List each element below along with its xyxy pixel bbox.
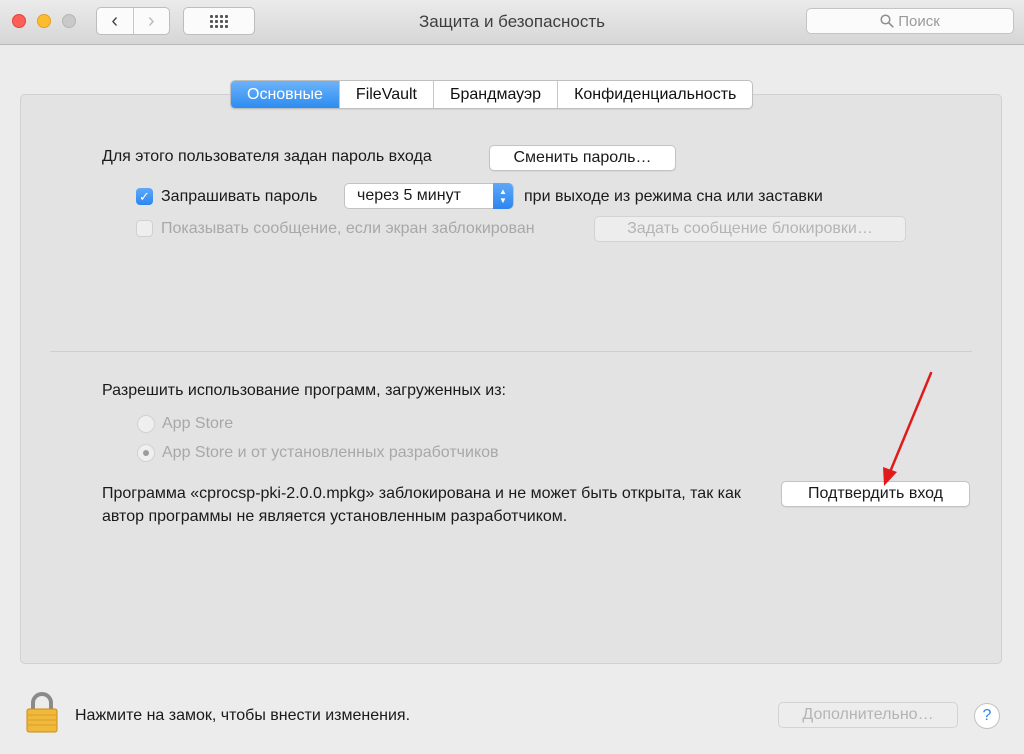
set-lock-message-button[interactable]: Задать сообщение блокировки…	[594, 216, 906, 242]
search-icon	[880, 14, 894, 28]
search-field[interactable]: Поиск	[806, 8, 1014, 34]
tab-general[interactable]: Основные	[231, 81, 339, 108]
advanced-button[interactable]: Дополнительно…	[778, 702, 958, 728]
title-bar: ‹ › Защита и безопасность Поиск	[0, 0, 1024, 45]
radio-app-store-and-developers-label: App Store и от установленных разработчик…	[162, 444, 499, 461]
password-delay-select[interactable]: через 5 минут ▲ ▼	[344, 183, 514, 209]
content-panel	[20, 94, 1002, 664]
tab-firewall[interactable]: Брандмауэр	[432, 81, 557, 108]
require-password-checkbox[interactable]: ✓	[136, 188, 153, 205]
allow-apps-label: Разрешить использование программ, загруж…	[102, 382, 506, 399]
radio-app-store-and-developers[interactable]	[137, 444, 155, 462]
radio-app-store-label: App Store	[162, 415, 234, 432]
radio-selected-dot	[143, 450, 149, 456]
radio-app-store[interactable]	[137, 415, 155, 433]
show-message-checkbox[interactable]	[136, 220, 153, 237]
show-message-label: Показывать сообщение, если экран заблоки…	[161, 220, 535, 237]
blocked-app-message: Программа «cprocsp-pki-2.0.0.mpkg» забло…	[102, 485, 741, 525]
question-mark-icon: ?	[982, 707, 992, 724]
password-delay-value: через 5 минут	[357, 187, 461, 204]
lock-icon[interactable]	[24, 690, 60, 734]
tab-bar: Основные FileVault Брандмауэр Конфиденци…	[230, 80, 754, 109]
change-password-button[interactable]: Сменить пароль…	[489, 145, 676, 171]
updown-arrows-icon: ▲ ▼	[493, 183, 513, 209]
require-password-label: Запрашивать пароль	[161, 188, 318, 205]
tab-filevault[interactable]: FileVault	[338, 81, 433, 108]
password-set-label: Для этого пользователя задан пароль вход…	[102, 148, 432, 165]
search-placeholder: Поиск	[898, 12, 940, 30]
section-divider	[50, 351, 972, 352]
confirm-open-button[interactable]: Подтвердить вход	[781, 481, 970, 507]
tab-privacy[interactable]: Конфиденциальность	[557, 81, 752, 108]
checkmark-icon: ✓	[139, 188, 150, 204]
help-button[interactable]: ?	[974, 703, 1000, 729]
lock-hint-label: Нажмите на замок, чтобы внести изменения…	[75, 707, 411, 724]
after-sleep-label: при выходе из режима сна или заставки	[524, 188, 823, 205]
